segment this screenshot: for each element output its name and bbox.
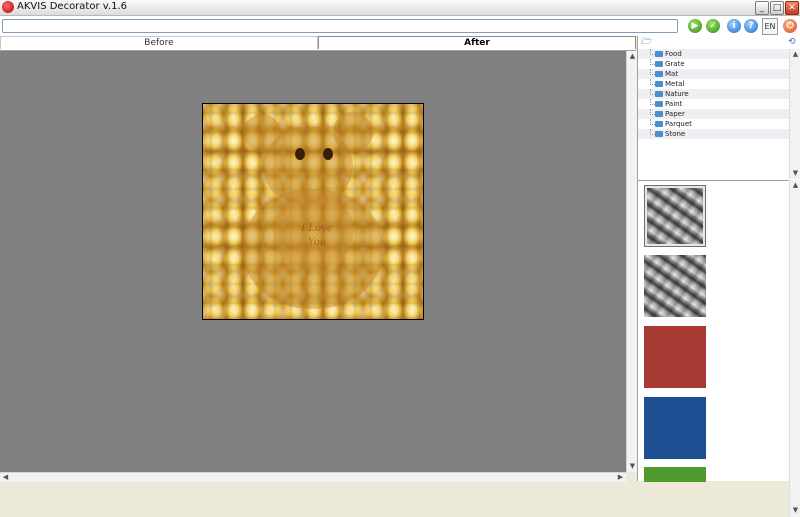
texture-thumbnails [638, 180, 789, 482]
refresh-icon[interactable]: ⟲ [788, 38, 799, 47]
folder-icon [655, 91, 663, 97]
texture-thumb-metal-2[interactable] [644, 255, 706, 317]
texture-thumb-red[interactable] [644, 326, 706, 388]
view-tabs: Before After [0, 36, 636, 51]
check-icon: ✓ [709, 21, 717, 31]
scroll-up-icon[interactable]: ▲ [791, 181, 800, 190]
power-icon: ⏻ [786, 21, 794, 31]
tab-before[interactable]: Before [0, 36, 318, 49]
texture-thumb-green[interactable] [644, 467, 706, 482]
folder-icon [655, 51, 663, 57]
bear-eye-right [323, 148, 333, 160]
texture-category-tree: Food Grate Mat Metal Nature Paint Paper … [638, 49, 789, 179]
title-bar: AKVIS Decorator v.1.6 _ □ ✕ [0, 0, 800, 16]
scroll-up-icon[interactable]: ▲ [628, 52, 637, 61]
category-food[interactable]: Food [638, 49, 789, 59]
help-icon: ? [748, 21, 754, 31]
folder-icon [655, 111, 663, 117]
texture-library-icon[interactable]: 🗁 [641, 38, 652, 47]
folder-icon [655, 101, 663, 107]
result-image: I Love You [202, 103, 424, 320]
heart-text-line2: You [307, 237, 327, 248]
language-button[interactable]: EN [762, 18, 778, 35]
scroll-up-icon[interactable]: ▲ [791, 50, 800, 59]
scroll-down-icon[interactable]: ▼ [628, 462, 637, 471]
tree-scrollbar[interactable]: ▲ ▼ [789, 49, 800, 179]
heart-text: I Love You [287, 222, 347, 250]
help-button[interactable]: ? [744, 19, 758, 33]
category-label: Food [665, 50, 682, 58]
bear-eye-left [295, 148, 305, 160]
folder-icon [655, 71, 663, 77]
category-label: Paint [665, 100, 683, 108]
exit-button[interactable]: ⏻ [783, 19, 797, 33]
folder-icon [655, 81, 663, 87]
texture-thumb-blue[interactable] [644, 397, 706, 459]
toolbar: ▶ ✓ i ? EN ⏻ [0, 16, 800, 36]
category-grate[interactable]: Grate [638, 59, 789, 69]
app-logo-icon [2, 1, 14, 13]
category-stone[interactable]: Stone [638, 129, 789, 139]
bear-head [263, 126, 353, 206]
progress-bar [2, 19, 678, 33]
category-metal[interactable]: Metal [638, 79, 789, 89]
category-paint[interactable]: Paint [638, 99, 789, 109]
category-paper[interactable]: Paper [638, 109, 789, 119]
close-button[interactable]: ✕ [785, 1, 799, 15]
play-icon: ▶ [691, 21, 699, 31]
maximize-button[interactable]: □ [770, 1, 784, 15]
folder-icon [655, 61, 663, 67]
folder-icon [655, 121, 663, 127]
texture-thumb-metal-1[interactable] [644, 185, 706, 247]
about-button[interactable]: i [727, 19, 741, 33]
scroll-down-icon[interactable]: ▼ [791, 506, 800, 515]
run-button[interactable]: ▶ [688, 19, 702, 33]
category-label: Mat [665, 70, 679, 78]
apply-button[interactable]: ✓ [706, 19, 720, 33]
heart-text-line1: I Love [301, 223, 333, 234]
category-label: Grate [665, 60, 685, 68]
category-mat[interactable]: Mat [638, 69, 789, 79]
category-label: Nature [665, 90, 689, 98]
texture-panel: 🗁 ⟲ Food Grate Mat Metal Nature Paint Pa… [637, 36, 800, 517]
category-label: Metal [665, 80, 685, 88]
category-label: Stone [665, 130, 686, 138]
thumbnails-scrollbar[interactable]: ▲ ▼ [789, 180, 800, 517]
window-title: AKVIS Decorator v.1.6 [17, 1, 127, 12]
category-label: Paper [665, 110, 685, 118]
tab-after[interactable]: After [318, 36, 636, 49]
minimize-button[interactable]: _ [755, 1, 769, 15]
category-label: Parquet [665, 120, 692, 128]
category-parquet[interactable]: Parquet [638, 119, 789, 129]
category-nature[interactable]: Nature [638, 89, 789, 99]
scroll-down-icon[interactable]: ▼ [791, 169, 800, 178]
folder-icon [655, 131, 663, 137]
info-icon: i [732, 21, 736, 31]
texture-panel-header: 🗁 ⟲ [638, 36, 800, 50]
